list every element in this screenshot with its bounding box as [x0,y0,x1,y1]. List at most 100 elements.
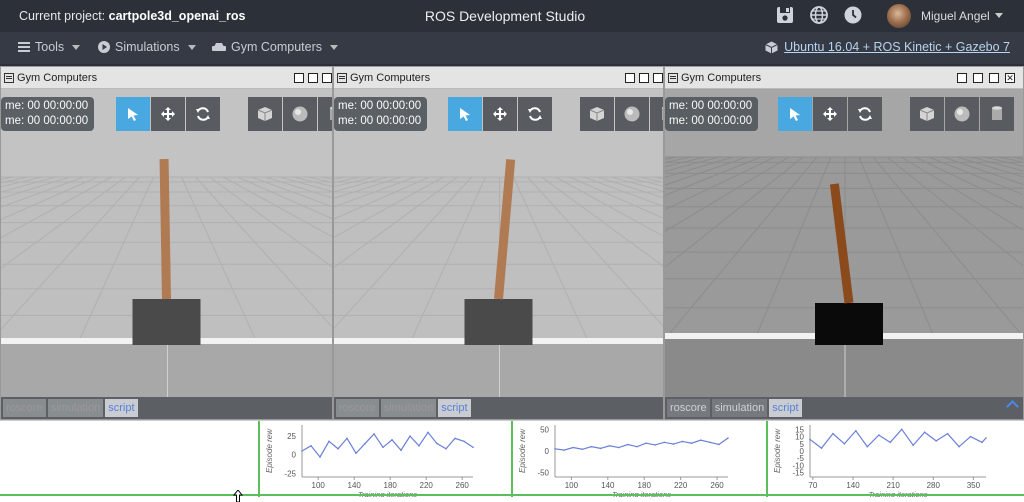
chevron-down-icon [72,44,81,50]
cart [132,299,201,345]
close-icon[interactable]: ✕ [1005,73,1015,83]
clock-icon[interactable] [844,6,862,24]
move-icon [493,107,507,121]
data-point [900,428,903,431]
translate-tool[interactable] [483,97,517,131]
sim-time-display: me: 00 00:00:00 me: 00 00:00:00 [665,97,759,131]
tab-script[interactable]: script [769,399,802,417]
rotate-tool[interactable] [186,97,220,131]
box-shape-tool[interactable] [580,97,614,131]
tab-roscore[interactable]: roscore [667,399,710,417]
data-point [855,429,857,432]
environment-link[interactable]: Ubuntu 16.04 + ROS Kinetic + Gazebo 7 [765,40,1010,54]
minimize-icon[interactable] [639,73,649,83]
panel-tabs: roscore simulation script [334,397,663,419]
maximize-icon[interactable] [322,73,332,83]
data-point [599,447,602,450]
sim-time: me: 00 00:00:00 [338,100,422,112]
x-tick-label: 140 [348,481,362,490]
rotate-tool[interactable] [518,97,552,131]
data-point [355,452,357,455]
tab-simulation[interactable]: simulation [380,399,437,417]
restore-icon[interactable] [294,73,304,83]
cylinder-icon [330,106,332,120]
restore-icon[interactable] [957,73,967,83]
gazebo-viewport[interactable]: me: 00 00:00:00 me: 00 00:00:00 [665,89,1023,399]
data-point [590,445,593,448]
car-icon [212,43,226,51]
select-tool[interactable] [448,97,482,131]
data-point [301,450,303,452]
tab-simulation[interactable]: simulation [711,399,768,417]
series-line [809,428,987,449]
tab-script[interactable]: script [438,399,471,417]
reward-chart-svg: Episode rew500-50100140180220260Training… [518,425,729,497]
environment-label: Ubuntu 16.04 + ROS Kinetic + Gazebo 7 [784,40,1010,54]
data-point [463,440,465,443]
translate-tool[interactable] [813,97,847,131]
tab-simulation[interactable]: simulation [47,399,104,417]
data-point [627,443,629,446]
data-point [727,437,729,439]
save-icon[interactable] [776,6,794,24]
box-icon [589,107,605,121]
x-tick-label: 260 [710,481,724,490]
sphere-shape-tool[interactable] [615,97,649,131]
restore-icon[interactable] [625,73,635,83]
rotate-icon [858,107,872,121]
cylinder-shape-tool[interactable] [650,97,663,131]
data-point [645,442,647,444]
sphere-shape-tool[interactable] [283,97,317,131]
x-tick-label: 140 [601,481,615,490]
chevron-up-icon[interactable] [1006,400,1019,413]
select-tool[interactable] [778,97,812,131]
window-icon [337,73,347,83]
tab-roscore[interactable]: roscore [3,399,46,417]
cursor-arrow-icon [128,108,138,121]
user-name[interactable]: Miguel Angel [921,9,990,23]
data-point [981,441,983,444]
reward-chart-svg: Episode rew250-25100140180220260Training… [265,425,474,497]
simulations-label: Simulations [115,40,180,54]
data-point [809,438,811,441]
x-tick-label: 140 [846,481,860,490]
data-point [935,440,937,442]
globe-icon[interactable] [810,6,828,24]
gym-computer-panel: Gym Computers ✕ me: 00 00:00:00 me: 00 0… [664,66,1024,420]
box-shape-tool[interactable] [910,97,944,131]
data-point [681,440,684,443]
cylinder-shape-tool[interactable] [318,97,332,131]
gym-computer-panel: Gym Computers me: 00 00:00:00 me: 00 00:… [0,66,333,420]
x-tick-label: 350 [967,481,981,490]
avatar[interactable] [887,4,911,28]
tab-roscore[interactable]: roscore [336,399,379,417]
cart [815,303,883,345]
reward-chart: Episode rew151050-5-10-1570140210280350T… [766,421,1024,497]
select-tool[interactable] [116,97,150,131]
move-icon [161,107,175,121]
simulations-menu[interactable]: Simulations [98,40,196,54]
minimize-icon[interactable] [308,73,318,83]
maximize-icon[interactable] [653,73,663,83]
gym-computers-label: Gym Computers [231,40,322,54]
data-point [672,443,675,445]
chevron-down-icon[interactable] [995,13,1003,18]
gazebo-viewport[interactable]: me: 00 00:00:00 me: 00 00:00:00 [334,89,663,399]
rotate-tool[interactable] [848,97,882,131]
translate-tool[interactable] [151,97,185,131]
gym-computers-menu[interactable]: Gym Computers [212,40,338,54]
play-icon [98,41,110,53]
minimize-icon[interactable] [973,73,983,83]
tab-script[interactable]: script [105,399,138,417]
maximize-icon[interactable] [989,73,999,83]
gazebo-viewport[interactable]: me: 00 00:00:00 me: 00 00:00:00 [1,89,332,399]
x-tick-label: 280 [927,481,941,490]
tools-menu[interactable]: Tools [18,40,81,54]
chevron-down-icon [187,44,196,50]
data-point [608,445,611,447]
cylinder-shape-tool[interactable] [980,97,1014,131]
box-shape-tool[interactable] [248,97,282,131]
sphere-shape-tool[interactable] [945,97,979,131]
move-icon [823,107,837,121]
x-tick-label: 210 [886,481,900,490]
